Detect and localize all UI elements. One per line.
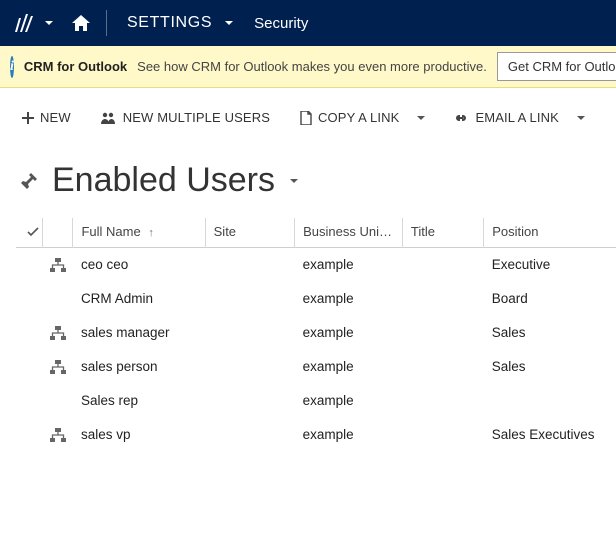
nav-settings[interactable]: SETTINGS [117, 0, 234, 46]
select-all-header[interactable] [16, 218, 42, 248]
row-select-cell[interactable] [16, 282, 42, 316]
table-row[interactable]: sales manager example Sales [16, 316, 616, 350]
copy-link-dropdown[interactable] [411, 110, 431, 126]
link-icon [453, 113, 469, 123]
site-cell [205, 248, 294, 282]
app-logo[interactable] [10, 0, 38, 46]
full-name-header-label: Full Name [81, 224, 140, 239]
full-name-cell[interactable]: sales manager [73, 316, 205, 350]
command-bar: NEW NEW MULTIPLE USERS COPY A LINK EMAIL… [0, 88, 616, 133]
nav-settings-label: SETTINGS [117, 14, 218, 32]
row-select-cell[interactable] [16, 418, 42, 452]
view-header: Enabled Users [0, 133, 616, 210]
business-unit-cell: example [295, 384, 403, 418]
row-select-cell[interactable] [16, 316, 42, 350]
full-name-header[interactable]: Full Name ↑ [73, 218, 205, 248]
business-unit-cell: example [295, 282, 403, 316]
hierarchy-header [42, 218, 73, 248]
table-row[interactable]: sales person example Sales [16, 350, 616, 384]
nav-divider [106, 10, 107, 36]
full-name-cell[interactable]: sales person [73, 350, 205, 384]
plus-icon [22, 112, 34, 124]
info-icon: i [10, 56, 14, 78]
hierarchy-icon[interactable] [42, 350, 73, 384]
full-name-cell[interactable]: ceo ceo [73, 248, 205, 282]
users-grid: Full Name ↑ Site Business Unit… Title Po… [0, 210, 616, 452]
sort-asc-icon: ↑ [148, 227, 154, 239]
table-row[interactable]: sales vp example Sales Executives [16, 418, 616, 452]
copy-link-button[interactable]: COPY A LINK [292, 106, 407, 129]
position-cell: Executive [484, 248, 616, 282]
email-link-dropdown[interactable] [571, 110, 591, 126]
title-cell [402, 282, 483, 316]
app-switcher[interactable] [44, 0, 54, 46]
full-name-cell[interactable]: CRM Admin [73, 282, 205, 316]
title-cell [402, 384, 483, 418]
new-multiple-users-button[interactable]: NEW MULTIPLE USERS [93, 106, 278, 129]
global-nav: SETTINGS Security [0, 0, 616, 46]
title-cell [402, 418, 483, 452]
email-link-label: EMAIL A LINK [475, 110, 558, 125]
site-header[interactable]: Site [205, 218, 294, 248]
new-label: NEW [40, 110, 71, 125]
business-unit-header[interactable]: Business Unit… [295, 218, 403, 248]
business-unit-cell: example [295, 248, 403, 282]
hierarchy-icon[interactable] [42, 316, 73, 350]
nav-area[interactable]: Security [234, 0, 308, 46]
table-row[interactable]: ceo ceo example Executive [16, 248, 616, 282]
position-cell [484, 384, 616, 418]
row-select-cell[interactable] [16, 350, 42, 384]
position-cell: Sales [484, 350, 616, 384]
outlook-info-bar: i CRM for Outlook See how CRM for Outloo… [0, 46, 616, 88]
position-cell: Sales [484, 316, 616, 350]
row-select-cell[interactable] [16, 384, 42, 418]
title-cell [402, 248, 483, 282]
column-header-row: Full Name ↑ Site Business Unit… Title Po… [16, 218, 616, 248]
table-row[interactable]: CRM Admin example Board [16, 282, 616, 316]
title-header[interactable]: Title [402, 218, 483, 248]
copy-link-label: COPY A LINK [318, 110, 399, 125]
position-cell: Sales Executives [484, 418, 616, 452]
page-icon [300, 111, 312, 125]
new-button[interactable]: NEW [14, 106, 79, 129]
email-link-button[interactable]: EMAIL A LINK [445, 106, 566, 129]
hierarchy-icon[interactable] [42, 248, 73, 282]
get-outlook-button[interactable]: Get CRM for Outlook [497, 52, 616, 81]
hierarchy-icon[interactable] [42, 418, 73, 452]
site-cell [205, 384, 294, 418]
info-title: CRM for Outlook [24, 59, 127, 74]
users-icon [101, 112, 117, 124]
full-name-cell[interactable]: sales vp [73, 418, 205, 452]
home-button[interactable] [54, 0, 96, 46]
full-name-cell[interactable]: Sales rep [73, 384, 205, 418]
row-select-cell[interactable] [16, 248, 42, 282]
new-multiple-label: NEW MULTIPLE USERS [123, 110, 270, 125]
title-cell [402, 316, 483, 350]
site-cell [205, 418, 294, 452]
site-cell [205, 282, 294, 316]
site-cell [205, 316, 294, 350]
view-selector[interactable] [289, 176, 299, 186]
business-unit-cell: example [295, 316, 403, 350]
title-cell [402, 350, 483, 384]
hierarchy-icon [42, 384, 73, 418]
hierarchy-icon [42, 282, 73, 316]
view-title[interactable]: Enabled Users [52, 161, 275, 200]
info-message: See how CRM for Outlook makes you even m… [137, 59, 487, 74]
table-row[interactable]: Sales rep example [16, 384, 616, 418]
business-unit-cell: example [295, 418, 403, 452]
pin-icon[interactable] [20, 172, 38, 190]
business-unit-cell: example [295, 350, 403, 384]
site-cell [205, 350, 294, 384]
position-cell: Board [484, 282, 616, 316]
nav-area-label: Security [234, 15, 308, 32]
position-header[interactable]: Position [484, 218, 616, 248]
